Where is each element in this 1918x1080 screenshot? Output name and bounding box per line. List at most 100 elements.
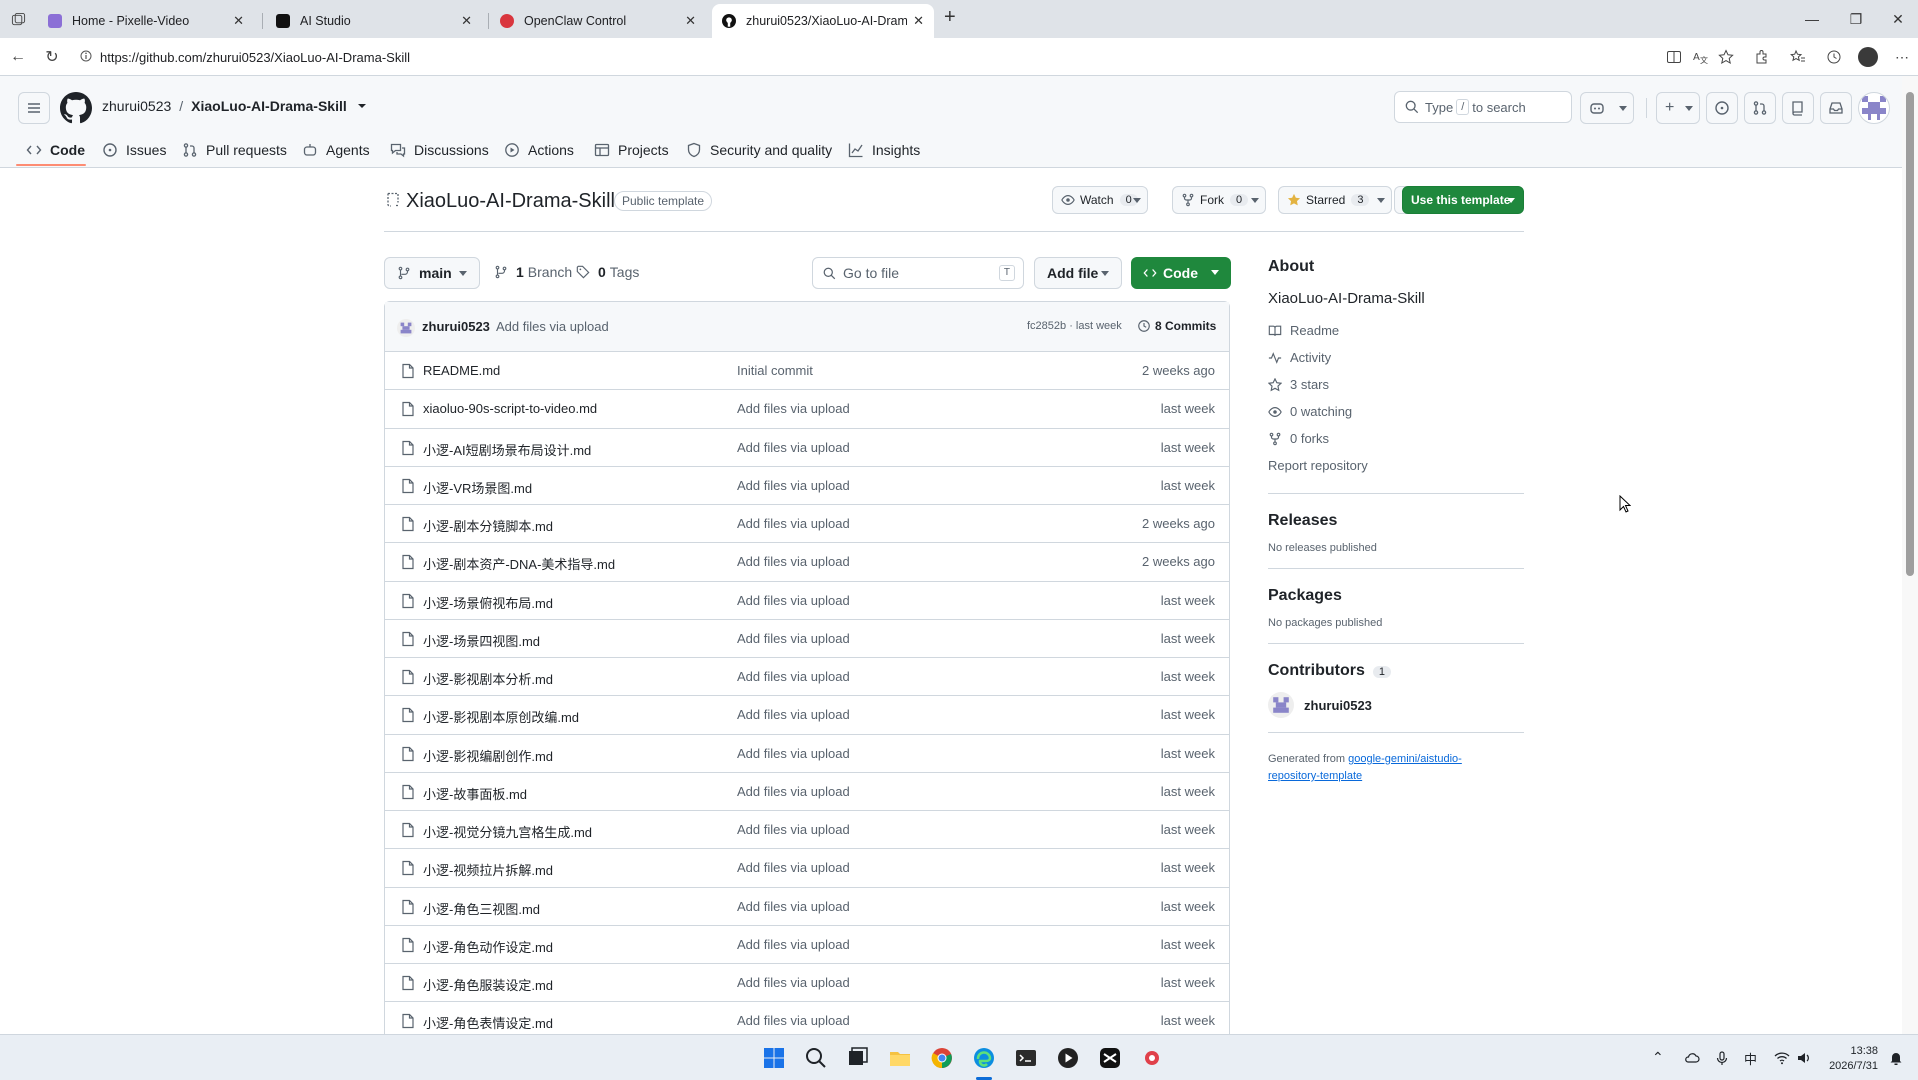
file-row[interactable]: 小逻-视觉分镜九宫格生成.md Add files via upload last … [385,811,1229,850]
file-row[interactable]: 小逻-故事面板.md Add files via upload last week [385,773,1229,811]
new-tab-button[interactable]: + [944,6,956,29]
file-commit-message[interactable]: Add files via upload [737,593,850,608]
file-row[interactable]: xiaoluo-90s-script-to-video.md Add files … [385,390,1229,429]
template-source-link-cont[interactable]: repository-template [1268,770,1362,782]
file-row[interactable]: 小逻-视频拉片拆解.md Add files via upload last wee… [385,849,1229,888]
favorite-star-icon[interactable] [1718,49,1734,65]
file-row[interactable]: 小逻-剧本资产-DNA-美术指导.md Add files via upload 2… [385,543,1229,582]
repo-switch-chevron-icon[interactable] [357,101,367,111]
file-name-link[interactable]: 小逻-影视编剧创作.md [423,746,553,765]
recorder-icon[interactable] [1140,1046,1164,1070]
tab-discussions[interactable]: Discussions [390,132,489,168]
file-commit-message[interactable]: Add files via upload [737,631,850,646]
use-template-button[interactable]: Use this template [1402,186,1524,214]
starred-button[interactable]: Starred 3 [1278,186,1392,214]
file-name-link[interactable]: 小逻-角色表情设定.md [423,1013,553,1032]
file-row[interactable]: README.md Initial commit 2 weeks ago [385,352,1229,391]
file-name-link[interactable]: 小逻-剧本资产-DNA-美术指导.md [423,554,615,573]
tab-security[interactable]: Security and quality [686,132,832,168]
file-name-link[interactable]: 小逻-故事面板.md [423,784,527,803]
add-file-button[interactable]: Add file [1034,257,1122,289]
file-name-link[interactable]: 小逻-影视剧本原创改编.md [423,707,579,726]
report-repository-link[interactable]: Report repository [1268,452,1524,479]
volume-icon[interactable] [1796,1050,1812,1066]
minimize-window-icon[interactable]: — [1790,0,1834,38]
translate-icon[interactable]: A文 [1692,49,1708,65]
packages-heading[interactable]: Packages [1268,587,1524,605]
file-commit-message[interactable]: Add files via upload [737,975,850,990]
reload-icon[interactable]: ↻ [42,47,62,67]
file-row[interactable]: 小逻-影视剧本分析.md Add files via upload last wee… [385,658,1229,697]
site-info-icon[interactable] [80,50,92,62]
file-commit-message[interactable]: Add files via upload [737,937,850,952]
tags-link[interactable]: 0 Tags [576,264,639,280]
stars-link[interactable]: 3 stars [1268,371,1524,398]
file-row[interactable]: 小逻-VR场景图.md Add files via upload last week [385,467,1229,505]
file-name-link[interactable]: 小逻-角色三视图.md [423,899,540,918]
code-button[interactable]: Code [1131,257,1231,289]
wifi-icon[interactable] [1774,1050,1790,1066]
file-commit-message[interactable]: Add files via upload [737,1013,850,1028]
file-commit-message[interactable]: Add files via upload [737,899,850,914]
file-commit-message[interactable]: Add files via upload [737,707,850,722]
fork-button[interactable]: Fork 0 [1172,186,1266,214]
tab-pixelle-video[interactable]: Home - Pixelle-Video ✕ [38,4,254,38]
task-view-icon[interactable] [846,1046,870,1070]
commit-message[interactable]: Add files via upload [496,319,609,334]
tab-openclaw-control[interactable]: OpenClaw Control ✕ [490,4,706,38]
profile-avatar[interactable] [1858,47,1878,67]
file-explorer-icon[interactable] [888,1046,912,1070]
file-row[interactable]: 小逻-剧本分镜脚本.md Add files via upload 2 weeks … [385,505,1229,544]
inbox-header-button[interactable] [1820,92,1852,124]
tab-actions[interactable]: Actions [504,132,574,168]
pull-requests-header-button[interactable] [1744,92,1776,124]
go-to-file-input[interactable]: Go to file T [812,257,1024,289]
file-name-link[interactable]: 小逻-视频拉片拆解.md [423,860,553,879]
address-bar[interactable]: https://github.com/zhurui0523/XiaoLuo-AI… [72,43,1662,71]
user-avatar[interactable] [1858,92,1890,124]
commits-link[interactable]: 8 Commits [1137,319,1216,333]
file-row[interactable]: 小逻-影视编剧创作.md Add files via upload last wee… [385,735,1229,773]
page-scrollbar-thumb[interactable] [1906,92,1914,576]
split-screen-icon[interactable] [1666,49,1682,65]
file-commit-message[interactable]: Add files via upload [737,440,850,455]
file-row[interactable]: 小逻-AI短剧场景布局设计.md Add files via upload last… [385,429,1229,467]
file-row[interactable]: 小逻-场景四视图.md Add files via upload last week [385,620,1229,658]
tab-insights[interactable]: Insights [848,132,920,168]
file-row[interactable]: 小逻-角色服装设定.md Add files via upload last wee… [385,964,1229,1003]
clock-date[interactable]: 2026/7/31 [1820,1060,1878,1072]
releases-heading[interactable]: Releases [1268,512,1524,530]
capcut-icon[interactable] [1098,1046,1122,1070]
file-commit-message[interactable]: Add files via upload [737,860,850,875]
commit-author[interactable]: zhurui0523 [422,319,490,334]
edge-icon[interactable] [972,1046,996,1070]
cloud-sync-icon[interactable] [1684,1050,1700,1066]
close-tab-icon[interactable]: ✕ [461,13,472,29]
workspaces-icon[interactable] [11,12,26,27]
restore-window-icon[interactable]: ❐ [1834,0,1878,38]
file-commit-message[interactable]: Add files via upload [737,554,850,569]
back-arrow-icon[interactable]: ← [8,47,28,67]
readme-link[interactable]: Readme [1268,317,1524,344]
tray-chevron-icon[interactable]: ⌃ [1652,1049,1664,1066]
file-name-link[interactable]: 小逻-场景俯视布局.md [423,593,553,612]
watching-link[interactable]: 0 watching [1268,398,1524,425]
file-row[interactable]: 小逻-角色动作设定.md Add files via upload last wee… [385,926,1229,964]
repositories-header-button[interactable] [1782,92,1814,124]
search-icon[interactable] [804,1046,828,1070]
commit-author-avatar[interactable] [397,319,415,337]
extensions-icon[interactable] [1754,49,1770,65]
tab-pull-requests[interactable]: Pull requests [182,132,287,168]
forks-link[interactable]: 0 forks [1268,425,1524,452]
close-tab-icon[interactable]: ✕ [685,13,696,29]
file-commit-message[interactable]: Add files via upload [737,478,850,493]
more-menu-icon[interactable]: ⋯ [1892,47,1912,67]
file-name-link[interactable]: 小逻-VR场景图.md [423,478,532,497]
file-row[interactable]: 小逻-场景俯视布局.md Add files via upload last wee… [385,582,1229,620]
favorites-icon[interactable] [1790,49,1806,65]
chrome-icon[interactable] [930,1046,954,1070]
github-logo-icon[interactable] [60,92,92,124]
branch-selector[interactable]: main [384,257,480,289]
file-name-link[interactable]: 小逻-AI短剧场景布局设计.md [423,440,591,459]
tab-code[interactable]: Code [26,132,85,168]
